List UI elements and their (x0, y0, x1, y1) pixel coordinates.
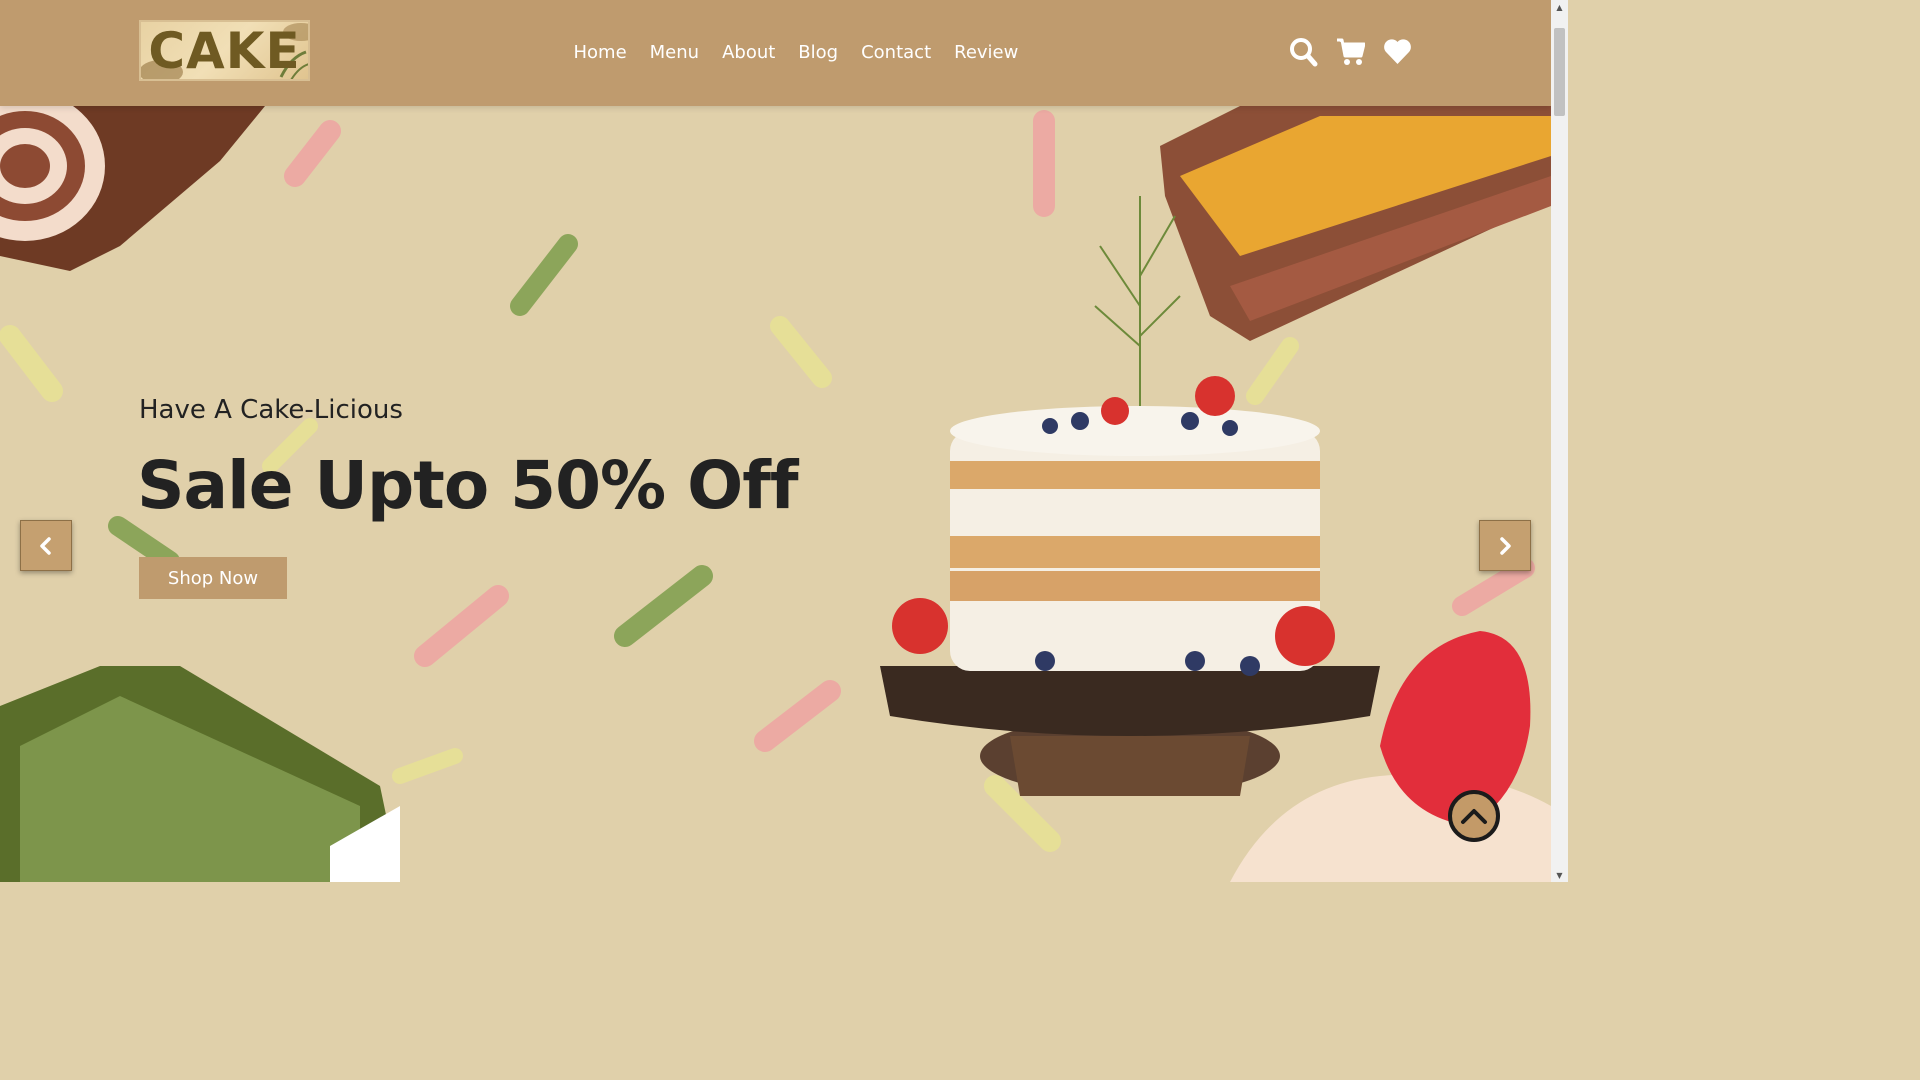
cart-icon[interactable] (1336, 37, 1366, 67)
green-cake-decoration (0, 666, 400, 882)
scrollbar-thumb[interactable] (1554, 28, 1565, 116)
heart-icon[interactable] (1383, 37, 1412, 67)
chevron-right-icon (1500, 536, 1511, 555)
scroll-up-arrow-icon[interactable]: ▲ (1551, 0, 1568, 14)
nav-home[interactable]: Home (562, 40, 638, 66)
chevron-up-icon (1461, 809, 1487, 824)
scroll-to-top-button[interactable] (1448, 790, 1500, 842)
slider-prev-button[interactable] (20, 520, 72, 571)
nav-blog[interactable]: Blog (787, 40, 850, 66)
layer-cake-decoration (1160, 106, 1551, 341)
shop-now-button[interactable]: Shop Now (139, 557, 287, 599)
nav-review[interactable]: Review (943, 40, 1030, 66)
site-header: CAKE Home Menu About Blog Contact Review (0, 0, 1551, 106)
chevron-left-icon (40, 536, 51, 555)
nav-menu[interactable]: Menu (638, 40, 710, 66)
scroll-down-arrow-icon[interactable]: ▼ (1551, 868, 1568, 882)
nav-about[interactable]: About (711, 40, 787, 66)
slider-next-button[interactable] (1479, 520, 1531, 571)
header-icons (1289, 37, 1412, 67)
main-nav: Home Menu About Blog Contact Review (562, 40, 1030, 66)
logo[interactable]: CAKE (139, 20, 310, 81)
nav-contact[interactable]: Contact (850, 40, 943, 66)
roll-cake-decoration (0, 106, 265, 271)
page-scrollbar[interactable]: ▲ ▼ (1551, 0, 1568, 882)
logo-text: CAKE (148, 21, 301, 80)
hero-subtitle: Have A Cake-Licious (139, 395, 403, 425)
hero-headline: Sale Upto 50% Off (137, 447, 799, 524)
search-icon[interactable] (1289, 37, 1318, 67)
